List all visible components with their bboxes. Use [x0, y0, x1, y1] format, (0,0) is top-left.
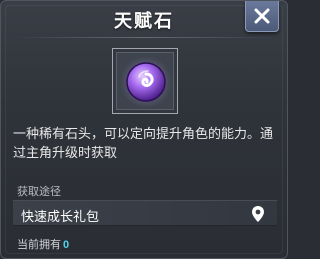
location-pin-icon[interactable] [251, 205, 265, 223]
purple-gem-icon [120, 56, 172, 108]
item-info-dialog: 天赋石 一种稀有石头，可以定向提升角色的能力。通过主角升级时获取 获取途径 快速… [0, 0, 288, 259]
owned-label: 当前拥有 [17, 239, 61, 251]
source-label: 快速成长礼包 [21, 209, 100, 224]
source-row[interactable]: 快速成长礼包 [13, 200, 277, 226]
close-icon [254, 8, 270, 24]
owned-count: 0 [63, 239, 70, 251]
source-section-label: 获取途径 [17, 186, 61, 198]
item-icon-frame [112, 48, 178, 114]
owned-info: 当前拥有 0 [17, 236, 69, 252]
close-button[interactable] [245, 1, 279, 32]
title-divider [11, 37, 277, 38]
item-description: 一种稀有石头，可以定向提升角色的能力。通过主角升级时获取 [13, 126, 274, 160]
